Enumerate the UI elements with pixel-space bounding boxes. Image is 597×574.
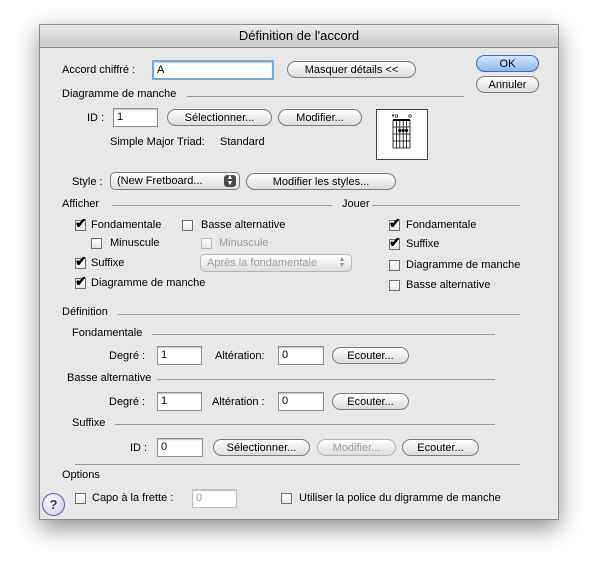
checkmark-icon: ✔ bbox=[75, 273, 87, 289]
help-icon[interactable]: ? bbox=[42, 493, 65, 516]
suffix-id-label: ID : bbox=[130, 442, 148, 454]
fretboard-diagram-icon bbox=[391, 114, 412, 149]
diagram-modify-button[interactable]: Modifier... bbox=[278, 109, 362, 126]
root-alteration-input[interactable]: 0 bbox=[278, 346, 324, 365]
lowercase2-label: Minuscule bbox=[219, 237, 269, 249]
root-degree-input[interactable]: 1 bbox=[157, 346, 202, 365]
cancel-button[interactable]: Annuler bbox=[476, 76, 539, 93]
show-fretboard-label: Diagramme de manche bbox=[91, 277, 206, 289]
alt-bass-listen-button[interactable]: Ecouter... bbox=[332, 393, 409, 410]
checkmark-icon: ✔ bbox=[75, 215, 87, 231]
chord-label: Accord chiffré : bbox=[62, 64, 136, 76]
chord-symbol-input[interactable]: A bbox=[152, 60, 274, 80]
root-listen-button[interactable]: Ecouter... bbox=[332, 347, 409, 364]
show-suffix-label: Suffixe bbox=[91, 257, 125, 269]
suffix-divider bbox=[115, 424, 495, 425]
definition-section-label: Définition bbox=[62, 306, 108, 318]
lowercase-checkbox[interactable] bbox=[91, 238, 102, 249]
play-suffix-checkbox[interactable]: ✔ bbox=[389, 234, 401, 250]
play-alt-bass-checkbox[interactable] bbox=[389, 280, 400, 291]
show-divider bbox=[112, 205, 332, 206]
ok-button[interactable]: OK bbox=[476, 55, 539, 72]
play-section-label: Jouer bbox=[342, 198, 370, 210]
show-section-label: Afficher bbox=[62, 198, 100, 210]
suffix-select-button[interactable]: Sélectionner... bbox=[213, 439, 310, 456]
root-section-label: Fondamentale bbox=[72, 327, 143, 339]
capo-label: Capo à la frette : bbox=[92, 492, 174, 504]
suffix-modify-button[interactable]: Modifier... bbox=[317, 439, 396, 456]
suffix-section-label: Suffixe bbox=[72, 417, 106, 429]
diagram-divider bbox=[187, 96, 464, 97]
show-alt-bass-checkbox[interactable] bbox=[182, 220, 193, 231]
show-alt-bass-label: Basse alternative bbox=[201, 219, 286, 231]
alt-bass-degree-label: Degré : bbox=[109, 396, 146, 408]
play-alt-bass-label: Basse alternative bbox=[406, 279, 491, 291]
modify-styles-button[interactable]: Modifier les styles... bbox=[246, 173, 396, 190]
show-root-label: Fondamentale bbox=[91, 219, 162, 231]
style-label: Style : bbox=[72, 176, 103, 188]
show-root-checkbox[interactable]: ✔ bbox=[75, 215, 87, 231]
popup-arrows-icon: ▲ ▼ bbox=[338, 256, 346, 269]
play-suffix-label: Suffixe bbox=[406, 238, 440, 250]
play-root-checkbox[interactable]: ✔ bbox=[389, 215, 401, 231]
diagram-name: Simple Major Triad: bbox=[110, 136, 205, 148]
play-fretboard-checkbox[interactable] bbox=[389, 260, 400, 271]
style-popup-value: (New Fretboard... bbox=[117, 175, 203, 187]
play-root-label: Fondamentale bbox=[406, 219, 477, 231]
suffix-listen-button[interactable]: Ecouter... bbox=[402, 439, 479, 456]
hide-details-button[interactable]: Masquer détails << bbox=[287, 61, 416, 78]
use-font-label: Utiliser la police du digramme de manche bbox=[299, 492, 501, 504]
alt-bass-divider bbox=[157, 379, 495, 380]
suffix-id-input[interactable]: 0 bbox=[157, 438, 203, 457]
alt-bass-alteration-label: Altération : bbox=[212, 396, 265, 408]
diagram-section-label: Diagramme de manche bbox=[62, 88, 177, 100]
suffix-position-value: Après la fondamentale bbox=[207, 257, 318, 269]
root-divider bbox=[152, 334, 495, 335]
dialog-title: Définition de l'accord bbox=[40, 25, 558, 48]
lowercase-label: Minuscule bbox=[110, 237, 160, 249]
options-section-label: Options bbox=[62, 469, 100, 481]
lowercase2-checkbox[interactable] bbox=[201, 238, 212, 249]
diagram-select-button[interactable]: Sélectionner... bbox=[167, 109, 272, 126]
checkmark-icon: ✔ bbox=[389, 234, 401, 250]
chord-definition-dialog: Définition de l'accord Accord chiffré : … bbox=[39, 24, 559, 520]
show-suffix-checkbox[interactable]: ✔ bbox=[75, 253, 87, 269]
suffix-position-popup[interactable]: Après la fondamentale ▲ ▼ bbox=[200, 254, 352, 272]
alt-bass-section-label: Basse alternative bbox=[67, 372, 152, 384]
diagram-id-label: ID : bbox=[87, 112, 105, 124]
options-top-divider bbox=[75, 464, 520, 465]
checkmark-icon: ✔ bbox=[75, 253, 87, 269]
diagram-variant: Standard bbox=[220, 136, 265, 148]
use-font-checkbox[interactable] bbox=[281, 493, 292, 504]
capo-checkbox[interactable] bbox=[75, 493, 86, 504]
show-fretboard-checkbox[interactable]: ✔ bbox=[75, 273, 87, 289]
play-fretboard-label: Diagramme de manche bbox=[406, 259, 521, 271]
play-divider bbox=[372, 205, 520, 206]
capo-fret-input[interactable]: 0 bbox=[192, 489, 237, 508]
alt-bass-degree-input[interactable]: 1 bbox=[157, 392, 202, 411]
root-degree-label: Degré : bbox=[109, 350, 146, 362]
definition-divider bbox=[118, 314, 520, 315]
style-popup[interactable]: (New Fretboard... ▲ ▼ bbox=[110, 172, 240, 190]
fretboard-preview bbox=[376, 109, 428, 160]
checkmark-icon: ✔ bbox=[389, 215, 401, 231]
diagram-id-input[interactable]: 1 bbox=[113, 108, 158, 127]
popup-arrows-icon: ▲ ▼ bbox=[224, 174, 236, 187]
alt-bass-alteration-input[interactable]: 0 bbox=[278, 392, 324, 411]
root-alteration-label: Altération: bbox=[215, 350, 265, 362]
